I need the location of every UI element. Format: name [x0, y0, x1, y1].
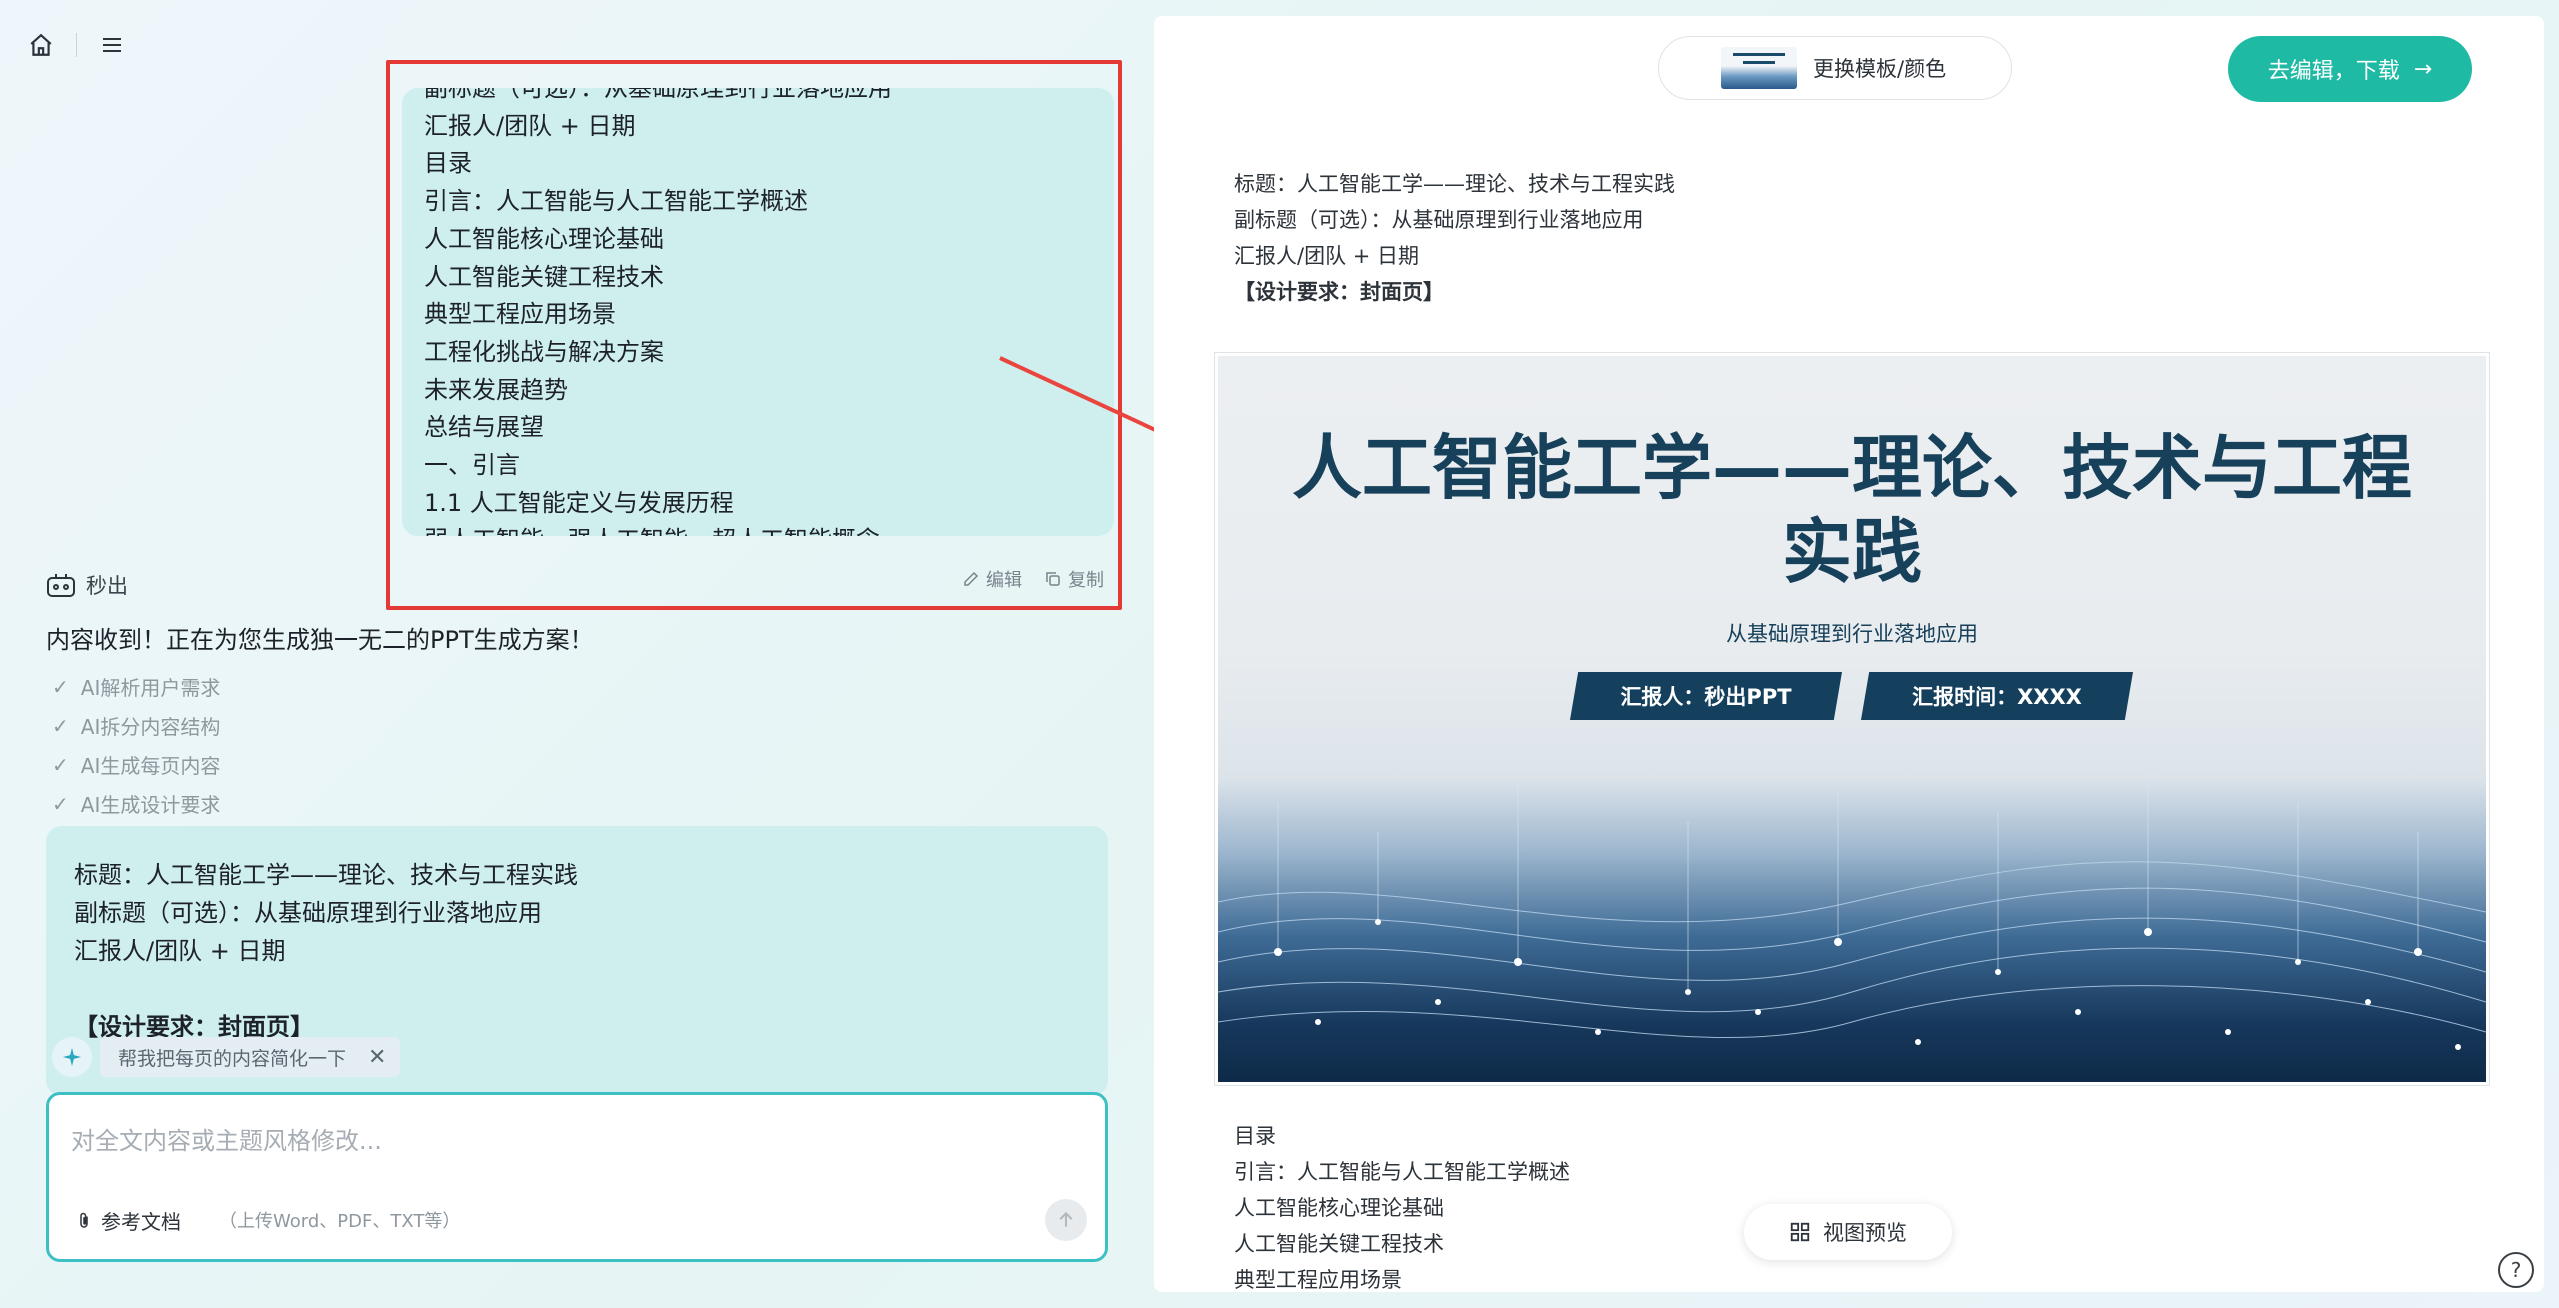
- close-icon[interactable]: ✕: [368, 1045, 386, 1070]
- top-nav: [24, 28, 129, 62]
- composer-input[interactable]: 对全文内容或主题风格修改...: [71, 1121, 382, 1156]
- check-icon: ✓: [52, 752, 69, 777]
- check-icon: ✓: [52, 713, 69, 738]
- copy-message-button[interactable]: 复制: [1044, 566, 1104, 592]
- menu-icon[interactable]: [95, 28, 129, 62]
- slide-subtitle: 从基础原理到行业落地应用: [1726, 622, 1978, 646]
- outline-subtitle: 副标题（可选）：从基础原理到行业落地应用: [74, 899, 542, 927]
- page-title-line: 标题：人工智能工学——理论、技术与工程实践: [1234, 172, 1675, 196]
- bot-message: 内容收到！正在为您生成独一无二的PPT生成方案！: [46, 626, 594, 654]
- template-thumbnail: [1721, 47, 1797, 89]
- reference-doc-button[interactable]: 参考文档: [75, 1206, 181, 1235]
- page-design-requirement: 【设计要求：封面页】: [1234, 280, 1444, 304]
- bubble-actions: 编辑 复制: [962, 566, 1104, 592]
- outline-presenter: 汇报人/团队 + 日期: [74, 937, 286, 965]
- step-label: AI拆分内容结构: [80, 715, 221, 739]
- user-message-line: 工程化挑战与解决方案: [424, 337, 664, 366]
- edit-download-label: 去编辑，下载: [2267, 59, 2400, 84]
- step-label: AI生成每页内容: [80, 754, 221, 778]
- attach-label: 参考文档: [101, 1210, 181, 1234]
- edit-label: 编辑: [986, 570, 1022, 591]
- send-button[interactable]: [1045, 1199, 1087, 1241]
- toc-line: 人工智能核心理论基础: [1234, 1196, 1444, 1220]
- suggestion-prompt[interactable]: 帮我把每页的内容简化一下 ✕: [100, 1037, 401, 1077]
- check-icon: ✓: [52, 674, 69, 699]
- arrow-up-icon: [1059, 1211, 1073, 1227]
- composer[interactable]: 对全文内容或主题风格修改... 参考文档 （上传Word、PDF、TXT等）: [46, 1092, 1108, 1262]
- slide-cover: 人工智能工学——理论、技术与工程 实践 从基础原理到行业落地应用 汇报人：秒出P…: [1218, 356, 2486, 1082]
- bot-logo-icon: [47, 574, 75, 597]
- presenter-tag: 汇报人：秒出PPT: [1570, 672, 1842, 720]
- step-label: AI解析用户需求: [80, 676, 221, 700]
- user-message-line: 弱人工智能、强人工智能、超人工智能概念: [424, 522, 1092, 536]
- sparkle-icon: [52, 1037, 92, 1077]
- user-message-line: 副标题（可选）：从基础原理到行业落地应用: [424, 88, 892, 102]
- progress-step: ✓ AI解析用户需求: [52, 667, 220, 706]
- user-message-line: 一、引言: [424, 451, 520, 480]
- page-subtitle-line: 副标题（可选）：从基础原理到行业落地应用: [1234, 208, 1644, 232]
- user-message-line: 1.1 人工智能定义与发展历程: [424, 488, 734, 517]
- help-button[interactable]: ?: [2498, 1252, 2534, 1288]
- progress-step: ✓ AI生成设计要求: [52, 784, 220, 823]
- view-preview-button[interactable]: 视图预览: [1744, 1204, 1952, 1260]
- toc-line: 引言：人工智能与人工智能工学概述: [1234, 1160, 1570, 1184]
- slide-title-line: 实践: [1782, 511, 1922, 593]
- nav-divider: [76, 33, 77, 57]
- step-label: AI生成设计要求: [80, 793, 221, 817]
- progress-step: ✓ AI生成每页内容: [52, 745, 220, 784]
- toc-line: 典型工程应用场景: [1234, 1268, 1402, 1292]
- user-message-lines: 副标题（可选）：从基础原理到行业落地应用 汇报人/团队 + 日期 目录 引言：人…: [424, 88, 1092, 536]
- copy-icon: [1046, 572, 1060, 586]
- progress-steps: ✓ AI解析用户需求 ✓ AI拆分内容结构 ✓ AI生成每页内容 ✓ AI生成设计要求: [52, 667, 220, 823]
- user-message-line: 典型工程应用场景: [424, 300, 616, 329]
- edit-message-button[interactable]: 编辑: [962, 566, 1022, 592]
- slide-preview[interactable]: 人工智能工学——理论、技术与工程 实践 从基础原理到行业落地应用 汇报人：秒出P…: [1214, 352, 2490, 1086]
- toc-line: 目录: [1234, 1124, 1276, 1148]
- suggestion-chip: 帮我把每页的内容简化一下 ✕: [52, 1036, 401, 1078]
- slide-title: 人工智能工学——理论、技术与工程 实践: [1218, 426, 2486, 594]
- bot-name: 秒出: [86, 574, 128, 598]
- user-message-bubble: 副标题（可选）：从基础原理到行业落地应用 汇报人/团队 + 日期 目录 引言：人…: [402, 88, 1114, 536]
- preview-panel: 更换模板/颜色 去编辑，下载 → 标题：人工智能工学——理论、技术与工程实践 副…: [1154, 16, 2544, 1292]
- user-message-line: 汇报人/团队 + 日期: [424, 111, 636, 140]
- time-tag: 汇报时间：XXXX: [1861, 672, 2133, 720]
- outline-title: 标题：人工智能工学——理论、技术与工程实践: [74, 861, 578, 889]
- arrow-right-icon: →: [2413, 56, 2433, 82]
- toc-line: 人工智能关键工程技术: [1234, 1232, 1444, 1256]
- user-message-line: 人工智能核心理论基础: [424, 224, 664, 253]
- user-message-line: 人工智能关键工程技术: [424, 262, 664, 291]
- page-presenter-line: 汇报人/团队 + 日期: [1234, 244, 1420, 268]
- user-message-line: 引言：人工智能与人工智能工学概述: [424, 187, 808, 216]
- paperclip-icon: [80, 1212, 88, 1228]
- pencil-icon: [964, 571, 979, 586]
- bot-header: 秒出: [46, 570, 128, 600]
- template-label: 更换模板/颜色: [1813, 57, 1947, 81]
- view-preview-label: 视图预览: [1823, 1221, 1907, 1245]
- attach-hint: （上传Word、PDF、TXT等）: [219, 1211, 461, 1232]
- progress-step: ✓ AI拆分内容结构: [52, 706, 220, 745]
- home-icon[interactable]: [24, 28, 58, 62]
- user-message-line: 目录: [424, 149, 472, 178]
- annotation-box: 副标题（可选）：从基础原理到行业落地应用 汇报人/团队 + 日期 目录 引言：人…: [386, 60, 1122, 610]
- change-template-button[interactable]: 更换模板/颜色: [1658, 36, 2012, 100]
- user-message-line: 未来发展趋势: [424, 375, 568, 404]
- network-background-image: [1218, 772, 2486, 1050]
- check-icon: ✓: [52, 791, 69, 816]
- slide-title-line: 人工智能工学——理论、技术与工程: [1292, 427, 2412, 509]
- suggestion-text: 帮我把每页的内容简化一下: [118, 1047, 347, 1070]
- grid-icon: [1790, 1222, 1810, 1242]
- edit-download-button[interactable]: 去编辑，下载 →: [2228, 36, 2472, 102]
- copy-label: 复制: [1068, 570, 1104, 591]
- user-message-line: 总结与展望: [424, 413, 544, 442]
